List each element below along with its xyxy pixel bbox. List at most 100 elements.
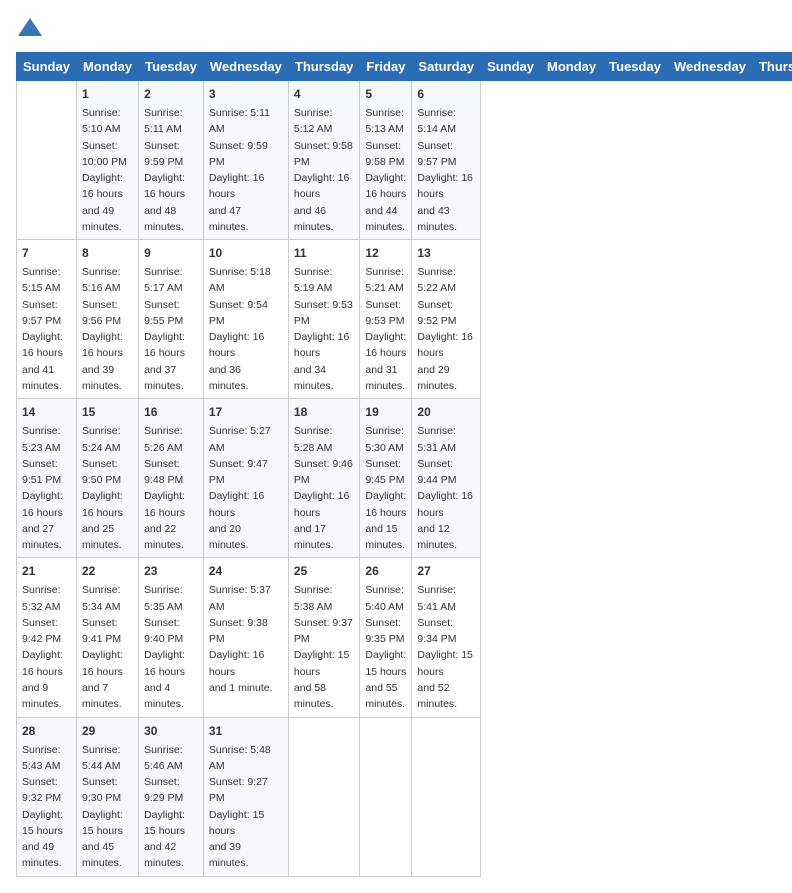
day-number: 29 [82, 722, 133, 740]
day-number: 15 [82, 403, 133, 421]
day-number: 26 [365, 562, 406, 580]
col-header-wednesday: Wednesday [667, 53, 752, 81]
cell-content: Sunrise: 5:26 AM Sunset: 9:48 PM Dayligh… [144, 423, 198, 553]
calendar-cell: 22 Sunrise: 5:34 AM Sunset: 9:41 PM Dayli… [76, 558, 138, 717]
week-row-1: 1 Sunrise: 5:10 AM Sunset: 10:00 PM Dayli… [17, 81, 792, 240]
cell-content: Sunrise: 5:16 AM Sunset: 9:56 PM Dayligh… [82, 264, 133, 394]
cell-content: Sunrise: 5:24 AM Sunset: 9:50 PM Dayligh… [82, 423, 133, 553]
calendar-cell: 18 Sunrise: 5:28 AM Sunset: 9:46 PM Dayli… [288, 399, 360, 558]
header-monday: Monday [76, 53, 138, 81]
calendar-cell: 11Sunrise: 5:19 AM Sunset: 9:53 PM Dayli… [288, 240, 360, 399]
calendar-cell [17, 81, 77, 240]
day-number: 6 [417, 85, 475, 103]
day-number: 24 [209, 562, 283, 580]
calendar-cell: 6 Sunrise: 5:14 AM Sunset: 9:57 PM Daylig… [412, 81, 481, 240]
calendar-cell: 13 Sunrise: 5:22 AM Sunset: 9:52 PM Dayli… [412, 240, 481, 399]
day-number: 10 [209, 244, 283, 262]
day-number: 22 [82, 562, 133, 580]
calendar-cell: 20 Sunrise: 5:31 AM Sunset: 9:44 PM Dayli… [412, 399, 481, 558]
calendar-cell [360, 717, 412, 876]
cell-content: Sunrise: 5:11 AM Sunset: 9:59 PM Dayligh… [144, 105, 198, 235]
calendar-cell: 19Sunrise: 5:30 AM Sunset: 9:45 PM Dayli… [360, 399, 412, 558]
header-sunday: Sunday [17, 53, 77, 81]
cell-content: Sunrise: 5:44 AM Sunset: 9:30 PM Dayligh… [82, 742, 133, 872]
day-number: 18 [294, 403, 355, 421]
header-friday: Friday [360, 53, 412, 81]
day-number: 1 [82, 85, 133, 103]
cell-content: Sunrise: 5:32 AM Sunset: 9:42 PM Dayligh… [22, 582, 71, 712]
day-number: 8 [82, 244, 133, 262]
week-row-3: 14 Sunrise: 5:23 AM Sunset: 9:51 PM Dayli… [17, 399, 792, 558]
calendar-cell: 23 Sunrise: 5:35 AM Sunset: 9:40 PM Dayli… [139, 558, 204, 717]
day-number: 9 [144, 244, 198, 262]
cell-content: Sunrise: 5:17 AM Sunset: 9:55 PM Dayligh… [144, 264, 198, 394]
day-number: 27 [417, 562, 475, 580]
day-number: 13 [417, 244, 475, 262]
cell-content: Sunrise: 5:13 AM Sunset: 9:58 PM Dayligh… [365, 105, 406, 235]
cell-content: Sunrise: 5:11 AM Sunset: 9:59 PM Dayligh… [209, 105, 283, 235]
calendar-cell: 14 Sunrise: 5:23 AM Sunset: 9:51 PM Dayli… [17, 399, 77, 558]
calendar-cell: 9 Sunrise: 5:17 AM Sunset: 9:55 PM Daylig… [139, 240, 204, 399]
calendar-header-row: SundayMondayTuesdayWednesdayThursdayFrid… [17, 53, 792, 81]
calendar-cell: 30Sunrise: 5:46 AM Sunset: 9:29 PM Dayli… [139, 717, 204, 876]
cell-content: Sunrise: 5:27 AM Sunset: 9:47 PM Dayligh… [209, 423, 283, 553]
day-number: 4 [294, 85, 355, 103]
header-thursday: Thursday [288, 53, 360, 81]
cell-content: Sunrise: 5:48 AM Sunset: 9:27 PM Dayligh… [209, 742, 283, 872]
calendar-cell [288, 717, 360, 876]
col-header-sunday: Sunday [481, 53, 541, 81]
day-number: 25 [294, 562, 355, 580]
cell-content: Sunrise: 5:23 AM Sunset: 9:51 PM Dayligh… [22, 423, 71, 553]
calendar-cell: 27 Sunrise: 5:41 AM Sunset: 9:34 PM Dayli… [412, 558, 481, 717]
logo [16, 16, 48, 44]
cell-content: Sunrise: 5:19 AM Sunset: 9:53 PM Dayligh… [294, 264, 355, 394]
logo-icon [16, 16, 44, 44]
cell-content: Sunrise: 5:40 AM Sunset: 9:35 PM Dayligh… [365, 582, 406, 712]
cell-content: Sunrise: 5:37 AM Sunset: 9:38 PM Dayligh… [209, 582, 283, 696]
calendar-cell: 1 Sunrise: 5:10 AM Sunset: 10:00 PM Dayli… [76, 81, 138, 240]
calendar-cell: 31 Sunrise: 5:48 AM Sunset: 9:27 PM Dayli… [203, 717, 288, 876]
calendar-cell: 16 Sunrise: 5:26 AM Sunset: 9:48 PM Dayli… [139, 399, 204, 558]
calendar-cell: 10 Sunrise: 5:18 AM Sunset: 9:54 PM Dayli… [203, 240, 288, 399]
cell-content: Sunrise: 5:41 AM Sunset: 9:34 PM Dayligh… [417, 582, 475, 712]
day-number: 20 [417, 403, 475, 421]
calendar-cell: 25Sunrise: 5:38 AM Sunset: 9:37 PM Dayli… [288, 558, 360, 717]
cell-content: Sunrise: 5:21 AM Sunset: 9:53 PM Dayligh… [365, 264, 406, 394]
col-header-thursday: Thursday [752, 53, 792, 81]
cell-content: Sunrise: 5:30 AM Sunset: 9:45 PM Dayligh… [365, 423, 406, 553]
day-number: 23 [144, 562, 198, 580]
day-number: 31 [209, 722, 283, 740]
calendar-cell: 29 Sunrise: 5:44 AM Sunset: 9:30 PM Dayli… [76, 717, 138, 876]
calendar-cell: 8 Sunrise: 5:16 AM Sunset: 9:56 PM Daylig… [76, 240, 138, 399]
day-number: 12 [365, 244, 406, 262]
day-number: 5 [365, 85, 406, 103]
calendar-cell: 4Sunrise: 5:12 AM Sunset: 9:58 PM Daylig… [288, 81, 360, 240]
day-number: 14 [22, 403, 71, 421]
cell-content: Sunrise: 5:18 AM Sunset: 9:54 PM Dayligh… [209, 264, 283, 394]
cell-content: Sunrise: 5:31 AM Sunset: 9:44 PM Dayligh… [417, 423, 475, 553]
week-row-5: 28Sunrise: 5:43 AM Sunset: 9:32 PM Dayli… [17, 717, 792, 876]
cell-content: Sunrise: 5:28 AM Sunset: 9:46 PM Dayligh… [294, 423, 355, 553]
calendar-cell: 17 Sunrise: 5:27 AM Sunset: 9:47 PM Dayli… [203, 399, 288, 558]
cell-content: Sunrise: 5:34 AM Sunset: 9:41 PM Dayligh… [82, 582, 133, 712]
week-row-4: 21Sunrise: 5:32 AM Sunset: 9:42 PM Dayli… [17, 558, 792, 717]
calendar-cell: 7Sunrise: 5:15 AM Sunset: 9:57 PM Daylig… [17, 240, 77, 399]
day-number: 17 [209, 403, 283, 421]
col-header-monday: Monday [541, 53, 603, 81]
cell-content: Sunrise: 5:46 AM Sunset: 9:29 PM Dayligh… [144, 742, 198, 872]
calendar-cell: 24 Sunrise: 5:37 AM Sunset: 9:38 PM Dayli… [203, 558, 288, 717]
cell-content: Sunrise: 5:14 AM Sunset: 9:57 PM Dayligh… [417, 105, 475, 235]
cell-content: Sunrise: 5:22 AM Sunset: 9:52 PM Dayligh… [417, 264, 475, 394]
day-number: 16 [144, 403, 198, 421]
calendar-cell: 5 Sunrise: 5:13 AM Sunset: 9:58 PM Daylig… [360, 81, 412, 240]
cell-content: Sunrise: 5:35 AM Sunset: 9:40 PM Dayligh… [144, 582, 198, 712]
cell-content: Sunrise: 5:10 AM Sunset: 10:00 PM Daylig… [82, 105, 133, 235]
calendar-cell: 15 Sunrise: 5:24 AM Sunset: 9:50 PM Dayli… [76, 399, 138, 558]
calendar-cell: 28Sunrise: 5:43 AM Sunset: 9:32 PM Dayli… [17, 717, 77, 876]
calendar-cell: 12 Sunrise: 5:21 AM Sunset: 9:53 PM Dayli… [360, 240, 412, 399]
day-number: 7 [22, 244, 71, 262]
day-number: 3 [209, 85, 283, 103]
calendar-cell: 21Sunrise: 5:32 AM Sunset: 9:42 PM Dayli… [17, 558, 77, 717]
calendar-cell: 26 Sunrise: 5:40 AM Sunset: 9:35 PM Dayli… [360, 558, 412, 717]
page-header [16, 16, 776, 44]
